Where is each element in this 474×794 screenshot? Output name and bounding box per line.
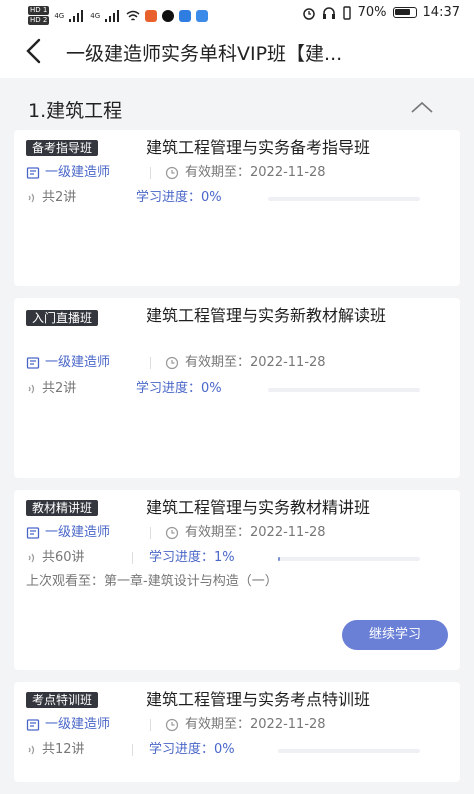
wifi-icon bbox=[126, 10, 140, 21]
chevron-up-icon[interactable] bbox=[410, 100, 434, 114]
course-card[interactable]: 教材精讲班 建筑工程管理与实务教材精讲班 一级建造师 有效期至：2022-11-… bbox=[14, 490, 460, 670]
course-category: 一级建造师 bbox=[45, 355, 111, 370]
course-card[interactable]: 备考指导班 建筑工程管理与实务备考指导班 一级建造师 有效期至：2022-11-… bbox=[14, 130, 460, 286]
book-icon bbox=[26, 167, 40, 179]
audio-icon bbox=[28, 193, 35, 203]
back-arrow-icon[interactable] bbox=[22, 38, 46, 64]
course-meta-row: 一级建造师 有效期至：2022-11-28 bbox=[26, 716, 326, 734]
hd1-badge: HD 1 bbox=[28, 6, 50, 15]
progress-bar bbox=[278, 749, 420, 753]
clock-icon bbox=[165, 356, 179, 370]
course-validity: 有效期至：2022-11-28 bbox=[185, 355, 326, 370]
progress-fill bbox=[278, 557, 280, 561]
hd2-badge: HD 2 bbox=[28, 16, 50, 25]
course-meta-row: 一级建造师 有效期至：2022-11-28 bbox=[26, 164, 326, 182]
divider bbox=[150, 527, 151, 539]
net1-label: 4G bbox=[54, 11, 65, 20]
divider bbox=[132, 744, 133, 756]
audio-icon bbox=[28, 745, 35, 755]
book-icon bbox=[26, 357, 40, 369]
status-right: 70% 14:37 bbox=[302, 5, 460, 20]
vibrate-icon bbox=[342, 5, 351, 20]
divider bbox=[150, 357, 151, 369]
course-title: 建筑工程管理与实务新教材解读班 bbox=[146, 306, 387, 325]
status-left: HD 1 HD 2 4G 4G bbox=[28, 6, 209, 25]
course-card[interactable]: 入门直播班 建筑工程管理与实务新教材解读班 一级建造师 有效期至：2022-11… bbox=[14, 298, 460, 478]
course-title: 建筑工程管理与实务备考指导班 bbox=[146, 138, 371, 157]
progress-label: 学习进度：1% bbox=[149, 550, 235, 565]
course-validity: 有效期至：2022-11-28 bbox=[185, 525, 326, 540]
headset-icon bbox=[322, 6, 335, 19]
course-meta-row: 一级建造师 有效期至：2022-11-28 bbox=[26, 354, 326, 372]
audio-icon bbox=[28, 384, 35, 394]
course-card[interactable]: 考点特训班 建筑工程管理与实务考点特训班 一级建造师 有效期至：2022-11-… bbox=[14, 682, 460, 782]
progress-label: 学习进度：0% bbox=[149, 742, 235, 757]
clock-icon bbox=[165, 526, 179, 540]
last-watched: 上次观看至：第一章-建筑设计与构造（一） bbox=[26, 574, 278, 589]
course-progress-row: 共60讲 学习进度：1% bbox=[26, 549, 235, 567]
progress-bar bbox=[278, 557, 420, 561]
progress-label: 学习进度：0% bbox=[136, 190, 222, 205]
progress-label: 学习进度：0% bbox=[136, 381, 222, 396]
course-meta-row: 一级建造师 有效期至：2022-11-28 bbox=[26, 524, 326, 542]
battery-icon bbox=[392, 7, 417, 18]
clock-icon bbox=[165, 718, 179, 732]
page-title: 一级建造师实务单科VIP班【建... bbox=[66, 43, 343, 65]
lesson-count: 共12讲 bbox=[42, 742, 85, 757]
course-category: 一级建造师 bbox=[45, 525, 111, 540]
course-category: 一级建造师 bbox=[45, 165, 111, 180]
book-icon bbox=[26, 527, 40, 539]
divider bbox=[150, 167, 151, 179]
signal1-icon bbox=[69, 9, 85, 22]
course-category: 一级建造师 bbox=[45, 717, 111, 732]
course-title: 建筑工程管理与实务教材精讲班 bbox=[146, 498, 371, 517]
clock: 14:37 bbox=[422, 5, 460, 20]
lesson-count: 共2讲 bbox=[42, 190, 77, 205]
course-validity: 有效期至：2022-11-28 bbox=[185, 717, 326, 732]
clock-icon bbox=[165, 166, 179, 180]
status-bar: HD 1 HD 2 4G 4G 70% 14:37 bbox=[0, 0, 474, 26]
lesson-count: 共60讲 bbox=[42, 550, 85, 565]
qq-icon bbox=[162, 9, 175, 22]
divider bbox=[132, 552, 133, 564]
divider bbox=[150, 719, 151, 731]
progress-bar bbox=[268, 388, 420, 392]
cloud-icon bbox=[196, 9, 209, 22]
battery-percent: 70% bbox=[357, 5, 387, 20]
section-title: 1.建筑工程 bbox=[28, 100, 123, 122]
hd-indicators: HD 1 HD 2 bbox=[28, 6, 50, 25]
section-header[interactable]: 1.建筑工程 bbox=[0, 86, 474, 128]
course-progress-row: 共2讲 学习进度：0% bbox=[26, 189, 222, 207]
course-progress-row: 共12讲 学习进度：0% bbox=[26, 741, 235, 759]
course-title: 建筑工程管理与实务考点特训班 bbox=[146, 690, 371, 709]
progress-bar bbox=[268, 197, 420, 201]
app-notification-icon bbox=[145, 9, 158, 22]
lesson-count: 共2讲 bbox=[42, 381, 77, 396]
title-bar: 一级建造师实务单科VIP班【建... bbox=[0, 26, 474, 78]
audio-icon bbox=[28, 553, 35, 563]
signal2-icon bbox=[105, 9, 121, 22]
course-progress-row: 共2讲 学习进度：0% bbox=[26, 380, 222, 398]
continue-learning-button[interactable]: 继续学习 bbox=[342, 620, 448, 650]
course-validity: 有效期至：2022-11-28 bbox=[185, 165, 326, 180]
alarm-icon bbox=[302, 7, 315, 20]
app-blue-icon bbox=[179, 9, 192, 22]
net2-label: 4G bbox=[90, 11, 101, 20]
book-icon bbox=[26, 719, 40, 731]
